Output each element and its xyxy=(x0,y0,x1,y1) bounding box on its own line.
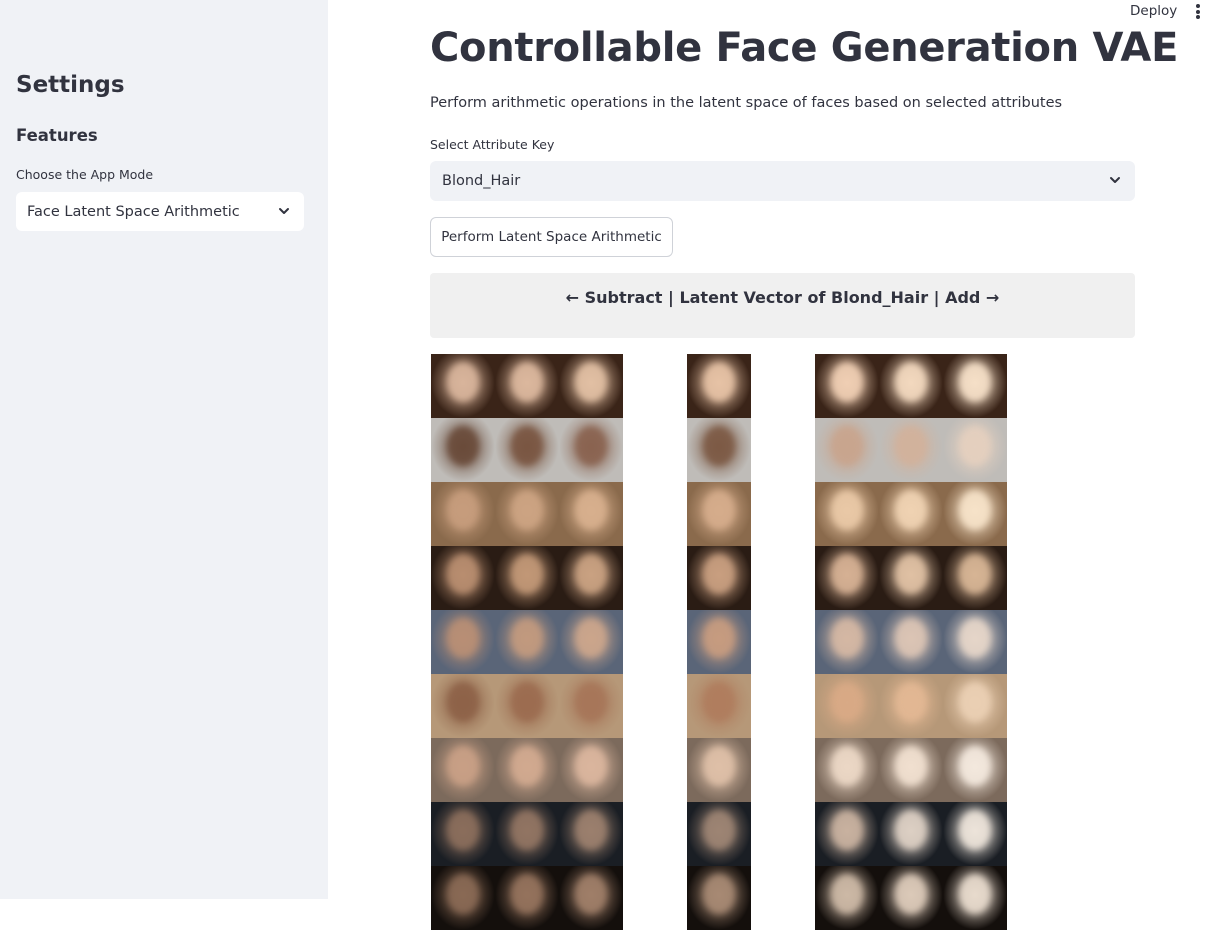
face-thumbnail xyxy=(815,738,879,802)
face-thumbnail xyxy=(559,610,623,674)
face-thumbnail xyxy=(879,546,943,610)
face-thumbnail xyxy=(815,546,879,610)
face-thumbnail xyxy=(495,866,559,930)
face-thumbnail xyxy=(879,866,943,930)
more-vertical-icon[interactable] xyxy=(1196,4,1202,20)
face-thumbnail xyxy=(431,674,495,738)
face-thumbnail xyxy=(431,802,495,866)
add-face-grid xyxy=(815,354,1007,930)
face-thumbnail xyxy=(431,546,495,610)
face-thumbnail xyxy=(879,354,943,418)
sidebar: Settings Features Choose the App Mode Fa… xyxy=(0,0,328,899)
sidebar-title: Settings xyxy=(16,72,125,98)
attribute-value: Blond_Hair xyxy=(442,173,521,189)
face-thumbnail xyxy=(943,610,1007,674)
face-thumbnail xyxy=(559,802,623,866)
face-thumbnail xyxy=(687,866,751,930)
sidebar-subtitle: Features xyxy=(16,126,98,145)
face-thumbnail xyxy=(495,610,559,674)
face-thumbnail xyxy=(943,802,1007,866)
face-thumbnail xyxy=(815,866,879,930)
attribute-select-label: Select Attribute Key xyxy=(430,137,555,152)
face-thumbnail xyxy=(879,482,943,546)
face-thumbnail xyxy=(431,866,495,930)
face-thumbnail xyxy=(495,482,559,546)
face-thumbnail xyxy=(559,866,623,930)
face-thumbnail xyxy=(879,610,943,674)
chevron-down-icon xyxy=(279,208,289,214)
page-description: Perform arithmetic operations in the lat… xyxy=(430,95,1063,111)
face-thumbnail xyxy=(687,482,751,546)
face-thumbnail xyxy=(495,546,559,610)
face-thumbnail xyxy=(943,674,1007,738)
face-thumbnail xyxy=(815,610,879,674)
face-thumbnail xyxy=(687,418,751,482)
face-thumbnail xyxy=(431,418,495,482)
subtract-face-grid xyxy=(431,354,623,930)
face-thumbnail xyxy=(815,674,879,738)
face-thumbnail xyxy=(879,674,943,738)
attribute-select[interactable]: Blond_Hair xyxy=(430,161,1135,201)
face-thumbnail xyxy=(559,418,623,482)
face-thumbnail xyxy=(559,738,623,802)
face-thumbnail xyxy=(495,674,559,738)
face-thumbnail xyxy=(943,482,1007,546)
face-thumbnail xyxy=(495,802,559,866)
page-title: Controllable Face Generation VAE xyxy=(430,25,1179,71)
face-thumbnail xyxy=(943,546,1007,610)
face-thumbnail xyxy=(879,738,943,802)
face-thumbnail xyxy=(431,482,495,546)
face-thumbnail xyxy=(879,802,943,866)
face-thumbnail xyxy=(495,738,559,802)
face-thumbnail xyxy=(559,482,623,546)
face-thumbnail xyxy=(943,418,1007,482)
face-thumbnail xyxy=(687,610,751,674)
face-thumbnail xyxy=(815,418,879,482)
face-thumbnail xyxy=(495,418,559,482)
face-thumbnail xyxy=(815,354,879,418)
deploy-button[interactable]: Deploy xyxy=(1130,3,1177,19)
face-thumbnail xyxy=(559,546,623,610)
face-thumbnail xyxy=(687,674,751,738)
face-thumbnail xyxy=(943,866,1007,930)
chevron-down-icon xyxy=(1110,177,1120,183)
face-thumbnail xyxy=(687,546,751,610)
face-thumbnail xyxy=(943,738,1007,802)
perform-arithmetic-button[interactable]: Perform Latent Space Arithmetic xyxy=(430,217,673,257)
face-thumbnail xyxy=(687,802,751,866)
face-thumbnail xyxy=(495,354,559,418)
face-thumbnail xyxy=(431,610,495,674)
original-face-column xyxy=(687,354,751,930)
face-thumbnail xyxy=(431,738,495,802)
latent-vector-banner: ← Subtract | Latent Vector of Blond_Hair… xyxy=(430,273,1135,338)
face-thumbnail xyxy=(815,802,879,866)
face-thumbnail xyxy=(879,418,943,482)
face-thumbnail xyxy=(687,354,751,418)
face-thumbnail xyxy=(431,354,495,418)
face-thumbnail xyxy=(559,674,623,738)
face-thumbnail xyxy=(815,482,879,546)
app-mode-select[interactable]: Face Latent Space Arithmetic xyxy=(16,192,304,231)
face-thumbnail xyxy=(943,354,1007,418)
face-thumbnail xyxy=(559,354,623,418)
face-thumbnail xyxy=(687,738,751,802)
app-mode-value: Face Latent Space Arithmetic xyxy=(27,203,240,220)
app-mode-label: Choose the App Mode xyxy=(16,167,154,182)
